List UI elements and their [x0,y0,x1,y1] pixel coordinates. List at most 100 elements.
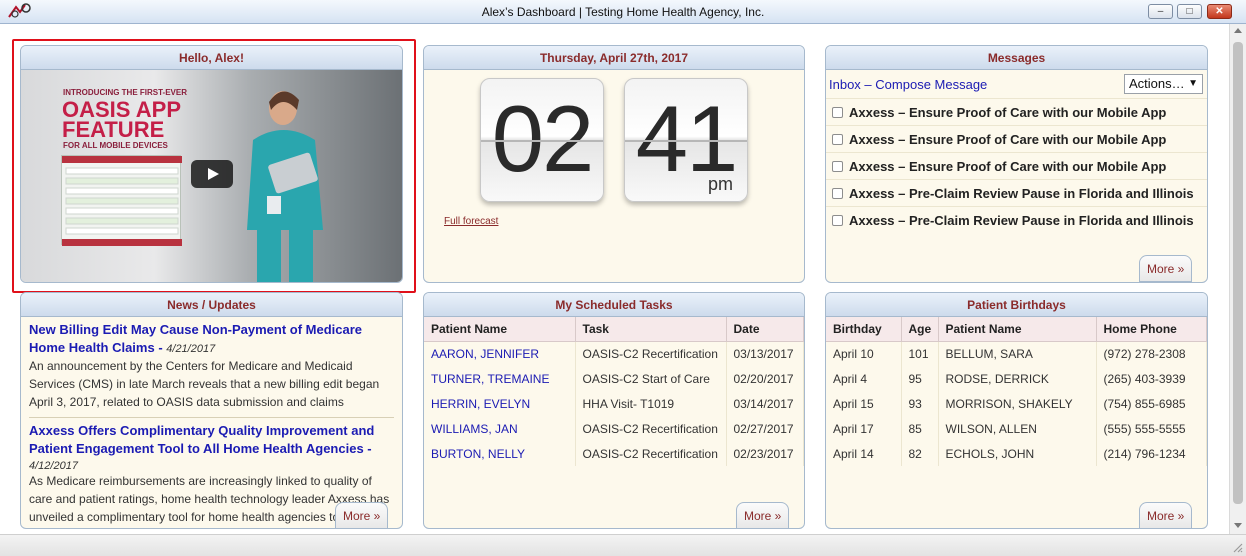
flip-divider [481,140,603,142]
patient-name-link[interactable]: HERRIN, EVELYN [424,391,576,416]
chevron-down-icon: ▼ [1188,78,1198,89]
table-row: TURNER, TREMAINE OASIS-C2 Start of Care 02… [424,366,804,391]
scrollbar-thumb[interactable] [1233,42,1243,504]
close-button[interactable]: ✕ [1207,4,1232,19]
app-screen-graphic [62,156,182,246]
message-checkbox[interactable] [832,215,843,226]
patient-name: RODSE, DERRICK [938,366,1097,391]
flip-divider [625,140,747,142]
task-name[interactable]: HHA Visit- T1019 [575,391,727,416]
inbox-link[interactable]: Inbox [829,77,861,92]
birthday-date: April 10 [826,341,902,366]
patient-name-link[interactable]: AARON, JENNIFER [424,341,576,366]
message-checkbox[interactable] [832,161,843,172]
task-name[interactable]: OASIS-C2 Recertification [575,441,727,466]
patient-name-link[interactable]: WILLIAMS, JAN [424,416,576,441]
message-checkbox[interactable] [832,134,843,145]
play-icon[interactable] [191,160,233,188]
patient-name-link[interactable]: TURNER, TREMAINE [424,366,576,391]
table-row: HERRIN, EVELYN HHA Visit- T1019 03/14/2017 [424,391,804,416]
scroll-up-icon[interactable] [1234,28,1242,33]
clock-hour: 02 [491,86,595,191]
task-date: 02/27/2017 [726,416,804,441]
table-row: WILLIAMS, JAN OASIS-C2 Recertification 02/… [424,416,804,441]
video-player[interactable]: INTRODUCING THE FIRST-EVER OASIS APP FEA… [21,70,402,282]
message-subject[interactable]: Axxess – Pre-Claim Review Pause in Flori… [849,213,1194,228]
news-heading: New Billing Edit May Cause Non-Payment o… [29,321,394,357]
column-header-birthday[interactable]: Birthday [826,317,902,342]
column-header-patient-name[interactable]: Patient Name [938,317,1097,342]
message-checkbox[interactable] [832,188,843,199]
task-name[interactable]: OASIS-C2 Recertification [575,341,727,366]
table-row: April 10 101 BELLUM, SARA (972) 278-2308 [826,341,1207,366]
video-line-1: INTRODUCING THE FIRST-EVER [63,88,188,97]
home-phone: (972) 278-2308 [1096,341,1207,366]
tasks-header-row: Patient Name Task Date [424,317,804,342]
message-subject[interactable]: Axxess – Pre-Claim Review Pause in Flori… [849,186,1194,201]
task-date: 02/20/2017 [726,366,804,391]
task-date: 03/13/2017 [726,341,804,366]
message-checkbox[interactable] [832,107,843,118]
clock-date: Thursday, April 27th, 2017 [424,46,804,70]
task-name[interactable]: OASIS-C2 Recertification [575,416,727,441]
tasks-more-button[interactable]: More » [736,502,790,528]
news-more-button[interactable]: More » [335,502,389,528]
patient-age: 95 [901,366,939,391]
messages-widget: Messages Inbox – Compose Message Actions… [825,45,1208,283]
column-header-task[interactable]: Task [575,317,727,342]
message-subject[interactable]: Axxess – Ensure Proof of Care with our M… [849,132,1166,147]
news-date: 4/21/2017 [166,343,216,355]
patient-name-link[interactable]: BURTON, NELLY [424,441,576,466]
scroll-down-icon[interactable] [1234,523,1242,528]
clock-hour-card: 02 [480,78,604,202]
actions-label: Actions… [1129,76,1185,91]
vertical-scrollbar[interactable] [1229,24,1246,534]
actions-dropdown[interactable]: Actions… ▼ [1124,74,1203,94]
clock-ampm: pm [707,174,733,194]
clock-widget: Thursday, April 27th, 2017 02 41 pm Full… [423,45,805,283]
patient-age: 93 [901,391,939,416]
column-header-home-phone[interactable]: Home Phone [1096,317,1207,342]
messages-more-button[interactable]: More » [1139,255,1193,282]
task-name[interactable]: OASIS-C2 Start of Care [575,366,727,391]
window-title: Alex’s Dashboard | Testing Home Health A… [481,5,765,19]
birthdays-more-button[interactable]: More » [1139,502,1193,528]
patient-name: BELLUM, SARA [938,341,1097,366]
messages-links: Inbox – Compose Message [829,77,987,92]
column-header-date[interactable]: Date [726,317,804,342]
home-phone: (754) 855-6985 [1096,391,1207,416]
message-item[interactable]: Axxess – Ensure Proof of Care with our M… [826,98,1207,125]
birthdays-title: Patient Birthdays [826,293,1207,317]
message-subject[interactable]: Axxess – Ensure Proof of Care with our M… [849,105,1166,120]
home-phone: (214) 796-1234 [1096,441,1207,466]
message-item[interactable]: Axxess – Ensure Proof of Care with our M… [826,152,1207,179]
message-subject[interactable]: Axxess – Ensure Proof of Care with our M… [849,159,1166,174]
patient-name: ECHOLS, JOHN [938,441,1097,466]
resize-grip-icon[interactable] [1231,541,1243,553]
window-titlebar[interactable]: Alex’s Dashboard | Testing Home Health A… [0,0,1246,24]
news-headline-link[interactable]: Axxess Offers Complimentary Quality Impr… [29,423,374,456]
full-forecast-link[interactable]: Full forecast [444,216,498,227]
messages-toolbar: Inbox – Compose Message Actions… ▼ [826,70,1207,98]
message-item[interactable]: Axxess – Pre-Claim Review Pause in Flori… [826,179,1207,206]
news-date-separator: - [363,441,372,456]
table-row: AARON, JENNIFER OASIS-C2 Recertification 0… [424,341,804,366]
maximize-button[interactable]: □ [1177,4,1202,19]
message-item[interactable]: Axxess – Ensure Proof of Care with our M… [826,125,1207,152]
message-item[interactable]: Axxess – Pre-Claim Review Pause in Flori… [826,206,1207,233]
news-item: New Billing Edit May Cause Non-Payment o… [29,321,394,418]
home-phone: (265) 403-3939 [1096,366,1207,391]
birthday-date: April 15 [826,391,902,416]
compose-message-link[interactable]: Compose Message [875,77,987,92]
column-header-age[interactable]: Age [901,317,939,342]
news-widget: News / Updates New Billing Edit May Caus… [20,292,403,529]
video-line-2: OASIS APP FEATURE [62,97,181,142]
news-summary: An announcement by the Centers for Medic… [29,359,380,409]
patient-name: MORRISON, SHAKELY [938,391,1097,416]
patient-age: 85 [901,416,939,441]
app-screenshot [61,155,182,246]
column-header-patient-name[interactable]: Patient Name [424,317,576,342]
link-separator: – [860,77,876,92]
minimize-button[interactable]: – [1148,4,1173,19]
maximize-icon: □ [1186,6,1193,17]
